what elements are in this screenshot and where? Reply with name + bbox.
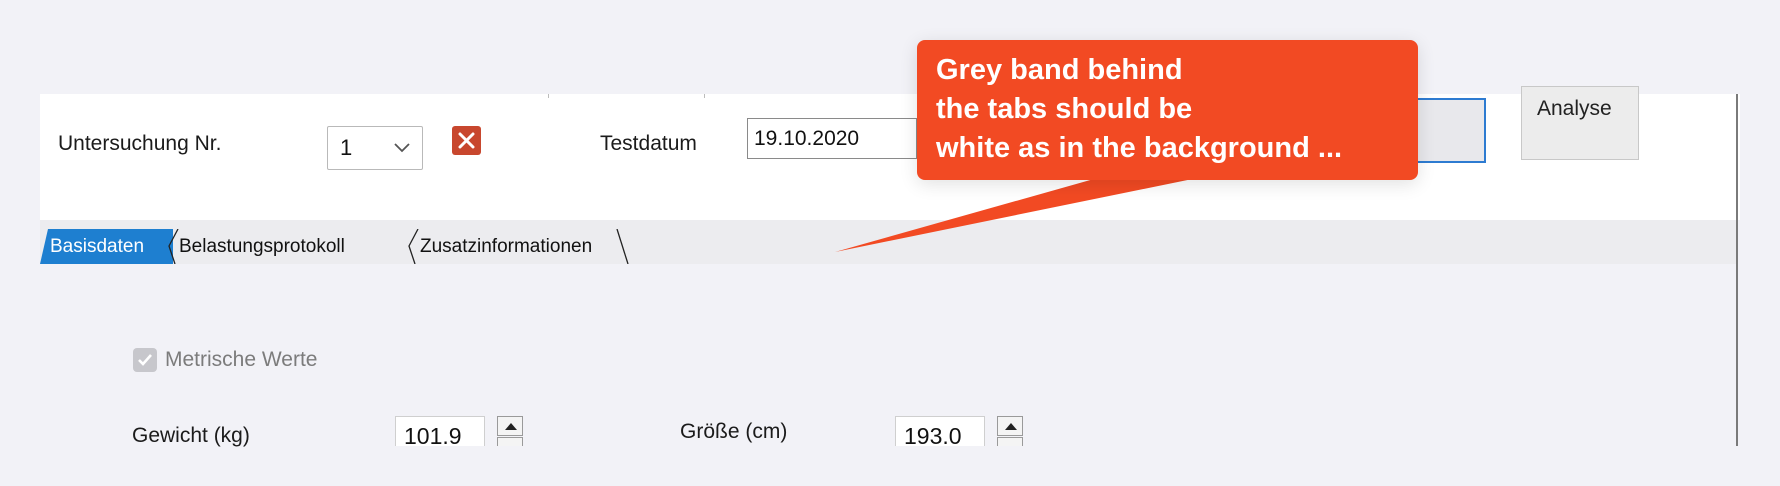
test-date-field[interactable] xyxy=(747,118,917,159)
faint-divider xyxy=(548,94,549,98)
tab-edge-icon xyxy=(168,229,179,264)
tab-edge-icon xyxy=(408,229,419,264)
exam-number-value: 1 xyxy=(340,135,353,160)
annotation-callout: Grey band behind the tabs should be whit… xyxy=(917,40,1418,180)
test-date-input[interactable] xyxy=(748,119,916,158)
close-icon xyxy=(458,132,475,149)
height-value: 193.0 xyxy=(904,423,962,446)
metric-values-label: Metrische Werte xyxy=(165,348,318,371)
delete-exam-button[interactable] xyxy=(452,126,481,155)
weight-increment-button[interactable] xyxy=(497,416,523,436)
height-stepper[interactable] xyxy=(997,416,1025,446)
exam-number-combobox[interactable]: 1 xyxy=(327,126,423,170)
faint-divider xyxy=(704,94,705,98)
tab-belastungsprotokoll[interactable]: Belastungsprotokoll xyxy=(168,229,404,264)
tab-label: Basisdaten xyxy=(50,236,145,257)
analyse-button[interactable]: Analyse xyxy=(1521,86,1639,160)
test-date-label: Testdatum xyxy=(600,132,697,155)
height-label: Größe (cm) xyxy=(680,420,788,443)
tab-edge-icon xyxy=(616,229,629,264)
checkmark-icon xyxy=(138,354,152,366)
tab-zusatzinformationen[interactable]: Zusatzinformationen xyxy=(408,229,629,264)
height-increment-button[interactable] xyxy=(997,416,1023,436)
callout-line: the tabs should be xyxy=(936,93,1193,125)
height-decrement-button[interactable] xyxy=(997,437,1023,446)
weight-decrement-button[interactable] xyxy=(497,437,523,446)
header-panel: Untersuchung Nr. 1 Testdatum Analyse xyxy=(40,86,1740,220)
tab-label: Zusatzinformationen xyxy=(420,236,593,257)
callout-line: Grey band behind xyxy=(936,54,1183,86)
weight-value: 101.9 xyxy=(404,423,462,446)
tab-basisdaten[interactable]: Basisdaten xyxy=(40,229,173,264)
window-edge xyxy=(1736,94,1738,446)
weight-stepper[interactable] xyxy=(497,416,525,446)
chevron-down-icon xyxy=(394,143,410,153)
tab-label: Belastungsprotokoll xyxy=(179,236,345,257)
analyse-button-label: Analyse xyxy=(1537,97,1612,120)
weight-input[interactable]: 101.9 xyxy=(395,416,485,446)
metric-values-checkbox[interactable] xyxy=(133,348,157,372)
weight-label: Gewicht (kg) xyxy=(132,424,250,447)
height-input[interactable]: 193.0 xyxy=(895,416,985,446)
exam-number-label: Untersuchung Nr. xyxy=(58,132,222,155)
callout-line: white as in the background ... xyxy=(936,132,1343,164)
app-window: Untersuchung Nr. 1 Testdatum Analyse Bas… xyxy=(40,86,1740,447)
